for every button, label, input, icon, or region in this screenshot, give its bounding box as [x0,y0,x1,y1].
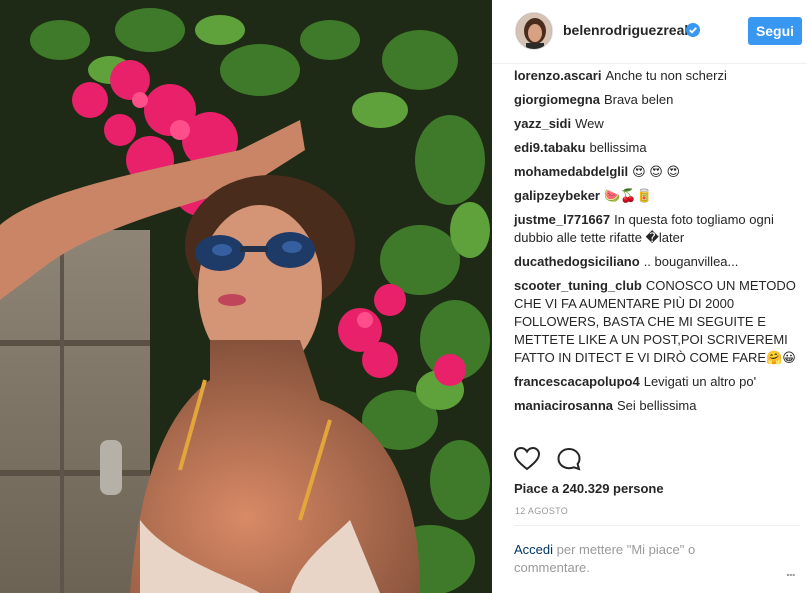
comment-item: maniacirosanna Sei bellissima [514,397,798,415]
comment-text: bellissima [589,140,647,155]
avatar[interactable] [515,12,553,50]
follow-button[interactable]: Segui [748,17,802,45]
comment-item: mohamedabdelglil 😍 😍 😍 [514,163,798,181]
comment-item: justme_l771667 In questa foto togliamo og… [514,211,798,247]
comment-item: francescacapolupo4 Levigati un altro po' [514,373,798,391]
action-bar [514,447,594,473]
comment-item: galipzeybeker 🍉🍒🥫 [514,187,798,205]
comment-text: 😍 😍 😍 [632,164,681,179]
comment-username[interactable]: galipzeybeker [514,188,600,203]
username-link[interactable]: belenrodriguezreal [563,22,688,38]
avatar-image [516,13,552,49]
comment-item: edi9.tabaku bellissima [514,139,798,157]
comments-list: lorenzo.ascari Anche tu non scherzi giorg… [514,67,798,421]
comment-username[interactable]: scooter_tuning_club [514,278,642,293]
comment-username[interactable]: justme_l771667 [514,212,610,227]
comment-text: .. bouganvillea... [643,254,739,269]
comment-text: Anche tu non scherzi [605,68,727,83]
verified-badge-icon [686,23,700,37]
login-prompt: Accedi per mettere "Mi piace" o commenta… [514,541,774,577]
comment-username[interactable]: ducathedogsiciliano [514,254,640,269]
post-sidebar: belenrodriguezreal Segui lorenzo.ascari A… [492,0,807,593]
comment-username[interactable]: lorenzo.ascari [514,68,601,83]
post-header: belenrodriguezreal Segui [492,0,807,64]
post-date: 12 AGOSTO [515,506,569,516]
comment-username[interactable]: mohamedabdelglil [514,164,628,179]
comment-text: Levigati un altro po' [643,374,757,389]
comment-text: Brava belen [603,92,674,107]
comment-username[interactable]: giorgiomegna [514,92,600,107]
comment-item: giorgiomegna Brava belen [514,91,798,109]
comment-username[interactable]: edi9.tabaku [514,140,586,155]
divider [514,525,800,526]
heart-icon[interactable] [514,447,540,471]
photo-illustration [0,0,492,593]
likes-count[interactable]: Piace a 240.329 persone [514,481,664,496]
comment-username[interactable]: francescacapolupo4 [514,374,640,389]
comment-item: yazz_sidi Wew [514,115,798,133]
post-photo[interactable] [0,0,492,593]
comment-username[interactable]: yazz_sidi [514,116,571,131]
comment-text: 🍉🍒🥫 [604,188,653,203]
comment-text: Wew [575,116,604,131]
comment-item: ducathedogsiciliano.. bouganvillea... [514,253,798,271]
comment-item: scooter_tuning_club CONOSCO UN METODO CHE… [514,277,798,367]
instagram-post: belenrodriguezreal Segui lorenzo.ascari A… [0,0,807,593]
comment-item: lorenzo.ascari Anche tu non scherzi [514,67,798,85]
more-options-button[interactable]: ... [786,563,796,579]
speech-bubble-icon[interactable] [556,447,582,471]
comment-username[interactable]: maniacirosanna [514,398,613,413]
login-link[interactable]: Accedi [514,542,553,557]
comment-text: Sei bellissima [617,398,697,413]
